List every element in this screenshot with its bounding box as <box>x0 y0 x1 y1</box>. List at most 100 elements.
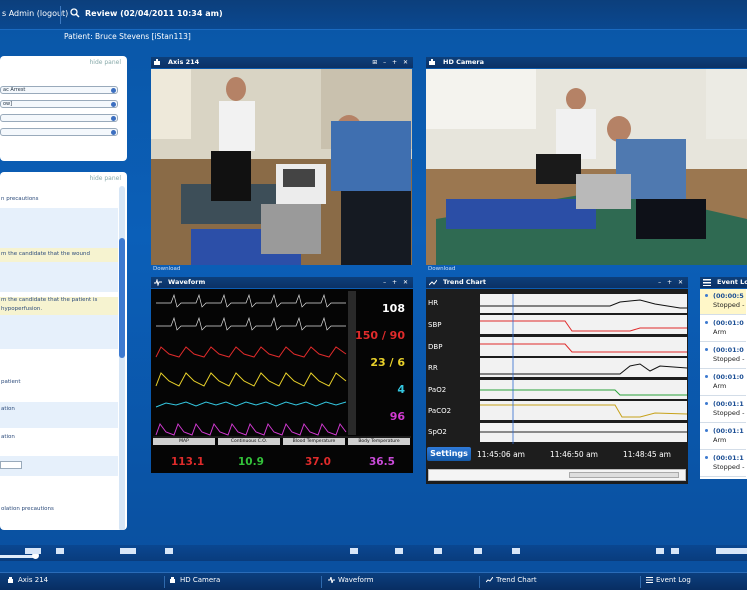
event-status: Arm <box>713 382 727 390</box>
co-button[interactable]: Continuous C.O. <box>218 438 280 445</box>
tab-axis-214[interactable]: Axis 214 <box>8 576 48 584</box>
window-controls[interactable]: – + ✕ <box>383 277 410 288</box>
user-logout-link[interactable]: s Admin (logout) <box>2 9 68 18</box>
axis-download-link[interactable]: Download <box>153 266 180 272</box>
hd-video-scene <box>426 69 747 265</box>
trend-label-spo2: SpO2 <box>428 428 447 436</box>
event-item[interactable]: (00:01:1 Arm <box>700 424 746 450</box>
trend-window-titlebar[interactable]: Trend Chart – + ✕ <box>426 277 688 288</box>
hd-window-titlebar[interactable]: HD Camera <box>426 57 747 68</box>
flag-icon[interactable] <box>128 548 136 554</box>
event-time: (00:01:1 <box>713 427 744 435</box>
window-controls[interactable]: – + ✕ <box>658 277 685 288</box>
trend-scrollbar[interactable] <box>428 469 686 481</box>
axis-window-title: Axis 214 <box>168 58 200 66</box>
checklist-item[interactable]: ation <box>0 434 118 441</box>
flag-icon[interactable] <box>56 548 64 554</box>
window-tab-bar: Axis 214 HD Camera Waveform Trend Chart … <box>0 572 747 590</box>
camera-icon <box>154 59 160 65</box>
checklist-band <box>0 315 118 349</box>
trend-icon <box>429 279 437 286</box>
review-timeline[interactable] <box>0 545 747 561</box>
settings-button[interactable]: Settings <box>427 447 471 461</box>
flag-icon[interactable] <box>120 548 128 554</box>
checklist-scrollbar[interactable] <box>119 186 125 530</box>
event-item[interactable]: (00:01:0 Arm <box>700 370 746 396</box>
waveform-buttons: MAP Continuous C.O. Blood Temperature Bo… <box>153 438 411 446</box>
review-icon <box>70 8 80 18</box>
checklist-band <box>0 262 118 292</box>
event-time: (00:00:5 <box>713 292 744 300</box>
trend-icon <box>486 577 493 583</box>
bullet-icon <box>705 402 708 405</box>
tab-label: Axis 214 <box>18 576 49 584</box>
blood-temp-button[interactable]: Blood Temperature <box>283 438 345 445</box>
event-log-list: (00:00:5 Stopped - (00:01:0 Arm (00:01:0 St… <box>700 289 747 479</box>
bullet-icon <box>705 429 708 432</box>
event-item[interactable]: (00:00:5 Stopped - <box>700 289 746 315</box>
axis-window-titlebar[interactable]: Axis 214 ⊞ – + ✕ <box>151 57 413 68</box>
event-time: (00:01:0 <box>713 319 744 327</box>
event-item[interactable]: (00:01:1 Stopped - <box>700 451 746 477</box>
flag-icon[interactable] <box>656 548 664 554</box>
event-item[interactable]: (00:01:1 Stopped - <box>700 397 746 423</box>
option-select-4[interactable] <box>0 128 118 136</box>
flag-icon[interactable] <box>671 548 679 554</box>
map-button[interactable]: MAP <box>153 438 215 445</box>
flag-icon[interactable] <box>474 548 482 554</box>
hide-panel-link[interactable]: hide panel <box>89 59 121 66</box>
flag-icon[interactable] <box>165 548 173 554</box>
hide-panel-link-2[interactable]: hide panel <box>89 175 121 182</box>
tab-hd-camera[interactable]: HD Camera <box>170 576 220 584</box>
tab-trend-chart[interactable]: Trend Chart <box>486 576 537 584</box>
checklist-item[interactable]: olation precautions <box>0 506 118 513</box>
event-item[interactable]: (00:01:0 Arm <box>700 316 746 342</box>
tab-waveform[interactable]: Waveform <box>328 576 374 584</box>
checklist-item[interactable]: patient <box>0 379 118 386</box>
patient-label: Patient: Bruce Stevens [iStan113] <box>64 32 191 41</box>
checklist-item[interactable]: m the candidate that the wound <box>0 248 118 262</box>
flag-icon[interactable] <box>434 548 442 554</box>
scenario-select[interactable]: ac Arrest <box>0 86 118 94</box>
axis-video-scene <box>151 69 412 265</box>
event-item[interactable]: (00:01:0 Stopped - <box>700 343 746 369</box>
hd-download-link[interactable]: Download <box>428 266 455 272</box>
body-temp-button[interactable]: Body Temperature <box>348 438 410 445</box>
flag-cluster[interactable] <box>716 548 747 554</box>
trend-window-title: Trend Chart <box>443 278 486 286</box>
event-log-titlebar[interactable]: Event Log <box>700 277 747 288</box>
checklist-item[interactable]: n precautions <box>0 196 118 203</box>
trend-time-1: 11:45:06 am <box>477 450 525 459</box>
flag-icon[interactable] <box>25 548 33 554</box>
trend-label-paco2: PaCO2 <box>428 407 452 415</box>
scroll-thumb[interactable] <box>119 238 125 358</box>
blood-temp-value: 37.0 <box>305 456 331 468</box>
trend-chart: HR SBP DBP RR PaO2 PaCO2 SpO2 Settings 1… <box>426 289 688 484</box>
flag-icon[interactable] <box>512 548 520 554</box>
flag-icon[interactable] <box>350 548 358 554</box>
tab-event-log[interactable]: Event Log <box>646 576 691 584</box>
flag-icon[interactable] <box>395 548 403 554</box>
checklist-item[interactable]: ation <box>0 402 118 428</box>
note-input[interactable] <box>0 461 22 469</box>
checklist-item[interactable]: hypoperfusion. <box>0 306 118 315</box>
timeline-progress <box>0 555 36 558</box>
bullet-icon <box>705 456 708 459</box>
bp-value: 150 / 90 <box>355 329 405 342</box>
top-bar: s Admin (logout) Review (02/04/2011 10:3… <box>0 0 747 30</box>
axis-video <box>151 69 412 265</box>
option-select-3[interactable] <box>0 114 118 122</box>
flag-icon[interactable] <box>33 548 41 554</box>
event-time: (00:01:0 <box>713 373 744 381</box>
bullet-icon <box>705 294 708 297</box>
trend-scroll-thumb[interactable] <box>569 472 679 478</box>
co-value: 10.9 <box>238 456 264 468</box>
event-status: Stopped - <box>713 301 745 309</box>
waveform-window-titlebar[interactable]: Waveform – + ✕ <box>151 277 413 288</box>
checklist-item[interactable]: m the candidate that the patient is <box>0 297 118 306</box>
level-select[interactable]: ow] <box>0 100 118 108</box>
event-time: (00:01:1 <box>713 400 744 408</box>
window-controls[interactable]: ⊞ – + ✕ <box>372 57 410 68</box>
trend-label-hr: HR <box>428 299 439 307</box>
tab-label: Event Log <box>656 576 691 584</box>
